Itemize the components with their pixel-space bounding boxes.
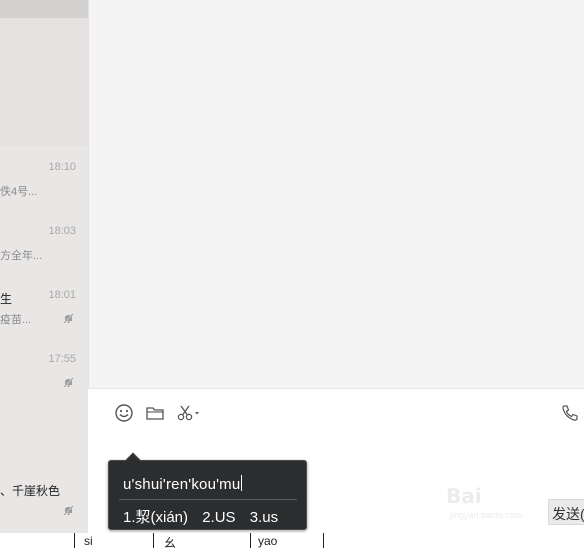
- ime-composition: u'shui'ren'kou'mu: [123, 475, 243, 493]
- folder-icon[interactable]: [145, 403, 165, 423]
- chat-list-header: [0, 0, 88, 18]
- chat-preview: 方全年...: [0, 250, 43, 262]
- table-divider: [153, 533, 154, 548]
- mute-bell-icon: [63, 313, 74, 324]
- table-divider: [323, 533, 324, 548]
- mute-bell-icon: [63, 505, 74, 516]
- message-area: [88, 0, 584, 388]
- chat-list-item[interactable]: 18:03 方全年...: [0, 216, 88, 276]
- ime-pinyin-text: u'shui'ren'kou'mu: [123, 476, 241, 493]
- ime-candidate[interactable]: 1.洯(xián): [123, 509, 188, 526]
- chat-list-item[interactable]: 17:55: [0, 344, 88, 404]
- chat-list-banner: [0, 18, 88, 146]
- ime-candidate-window: u'shui'ren'kou'mu 1.洯(xián) 2.US 3.us: [108, 452, 307, 530]
- mute-bell-icon: [63, 377, 74, 388]
- chat-list-pane: 18:10 佚4号... 18:03 方全年... 18:01 生 疫苗... …: [0, 0, 88, 533]
- chat-time: 18:10: [48, 161, 76, 173]
- emoji-icon[interactable]: [114, 403, 134, 423]
- send-button[interactable]: 发送(: [548, 499, 584, 525]
- text-caret: [241, 475, 243, 491]
- table-cell: 幺: [164, 536, 177, 548]
- chat-name: 生: [0, 292, 13, 306]
- bottom-table-strip: si 幺 yao: [0, 533, 584, 548]
- chat-preview: 佚4号...: [0, 186, 38, 198]
- table-divider: [250, 533, 251, 548]
- chat-time: 17:55: [48, 353, 76, 365]
- table-cell: yao: [258, 534, 278, 548]
- chat-name: 、千崖秋色: [0, 484, 61, 498]
- chat-time: 18:01: [48, 289, 76, 301]
- wechat-window: 18:10 佚4号... 18:03 方全年... 18:01 生 疫苗... …: [0, 0, 584, 548]
- watermark-subtext: jingyan.baidu.com: [450, 510, 523, 520]
- table-cell: si: [84, 534, 93, 548]
- chat-preview: 疫苗...: [0, 314, 32, 326]
- scissors-icon[interactable]: [176, 403, 202, 423]
- ime-candidate-list: 1.洯(xián) 2.US 3.us: [123, 506, 288, 527]
- ime-candidate[interactable]: 2.US: [202, 509, 235, 526]
- ime-candidate[interactable]: 3.us: [250, 509, 278, 526]
- table-divider: [74, 533, 75, 548]
- chat-list-item[interactable]: 18:01 生 疫苗...: [0, 280, 88, 340]
- chat-list-item[interactable]: 18:10 佚4号...: [0, 152, 88, 212]
- phone-icon[interactable]: [560, 403, 580, 423]
- chat-time: 18:03: [48, 225, 76, 237]
- ime-divider: [119, 499, 297, 500]
- watermark-text: Bai: [446, 484, 482, 508]
- chat-list-item[interactable]: 、千崖秋色: [0, 470, 88, 530]
- baidu-watermark: Bai jingyan.baidu.com: [446, 484, 546, 524]
